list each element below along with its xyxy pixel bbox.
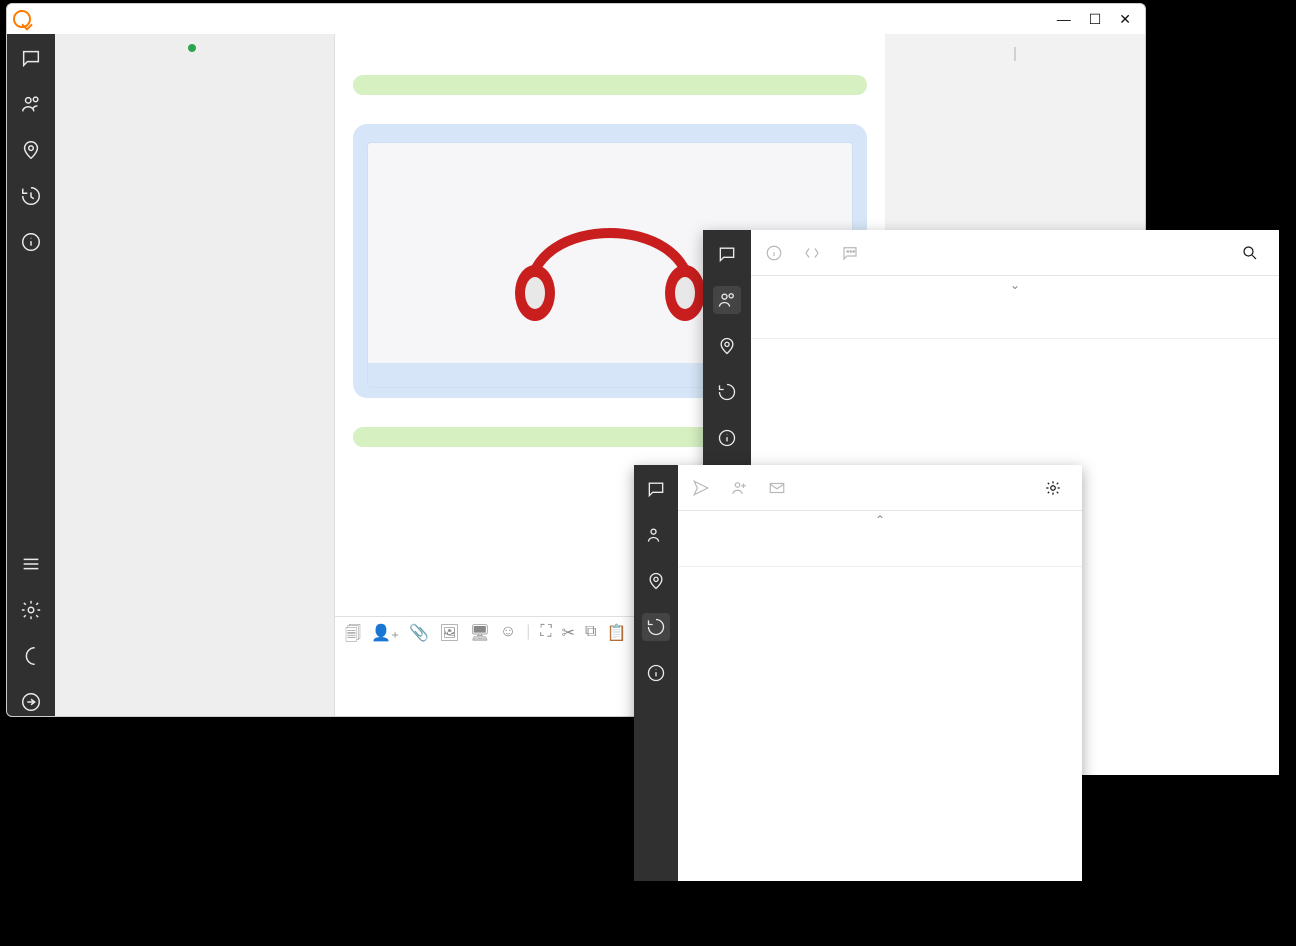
copy-icon[interactable]: ⧉ (585, 623, 596, 650)
collapse-icon[interactable]: ⌄ (751, 276, 1279, 292)
history-icon[interactable] (642, 613, 670, 641)
cut-icon[interactable]: ✂ (562, 623, 575, 650)
nav-rail (7, 34, 55, 716)
emoji-picker-icon[interactable]: ☺ (500, 623, 516, 650)
options-button[interactable] (1044, 479, 1068, 497)
history-icon[interactable] (713, 378, 741, 406)
tab-proactive-chat[interactable] (841, 244, 865, 262)
online-dot-icon (188, 44, 196, 52)
call-button[interactable] (692, 479, 716, 497)
contacts-icon[interactable] (713, 286, 741, 314)
operators-table (678, 527, 1082, 567)
maximize-button[interactable]: ☐ (1089, 11, 1102, 28)
operators-rail (634, 465, 678, 881)
invite-button[interactable] (730, 479, 754, 497)
canned-response-icon[interactable]: 🗐 (345, 623, 361, 650)
message-header (353, 54, 867, 69)
add-contact-icon[interactable]: 👤₊ (371, 623, 399, 650)
contacts-icon[interactable] (17, 90, 45, 118)
insert-image-icon[interactable]: 🖼 (439, 623, 459, 650)
logout-icon[interactable] (17, 688, 45, 716)
operator-status[interactable] (55, 34, 334, 62)
message-bubble (353, 75, 867, 95)
location-icon[interactable] (642, 567, 670, 595)
info-icon[interactable] (17, 228, 45, 256)
location-icon[interactable] (17, 136, 45, 164)
info-icon[interactable] (713, 424, 741, 452)
find-button[interactable] (1241, 244, 1265, 262)
info-icon[interactable] (642, 659, 670, 687)
app-logo-icon (13, 10, 31, 28)
headphones-icon (480, 173, 740, 333)
close-window-button[interactable]: ✕ (1119, 11, 1131, 28)
conversation-list (55, 34, 335, 716)
select-all-icon[interactable]: ⛶ (540, 623, 551, 650)
menu-icon[interactable] (17, 550, 45, 578)
paste-icon[interactable]: 📋 (606, 623, 626, 650)
tab-general-info[interactable] (765, 244, 789, 262)
screenshot-icon[interactable]: 🖥 (470, 623, 490, 650)
location-icon[interactable] (713, 332, 741, 360)
operators-window: ⌃ (634, 465, 1082, 881)
chats-icon[interactable] (642, 475, 670, 503)
tab-navigations[interactable] (803, 244, 827, 262)
chats-icon[interactable] (713, 240, 741, 268)
attach-file-icon[interactable]: 📎 (409, 623, 429, 650)
window-titlebar: — ☐ ✕ (7, 4, 1145, 34)
collapse-icon[interactable]: ⌃ (678, 511, 1082, 527)
contacts-icon[interactable] (642, 521, 670, 549)
mail-button[interactable] (768, 479, 792, 497)
history-icon[interactable] (17, 182, 45, 210)
minimize-button[interactable]: — (1057, 11, 1071, 28)
chats-icon[interactable] (17, 44, 45, 72)
settings-gear-icon[interactable] (17, 596, 45, 624)
night-mode-icon[interactable] (17, 642, 45, 670)
